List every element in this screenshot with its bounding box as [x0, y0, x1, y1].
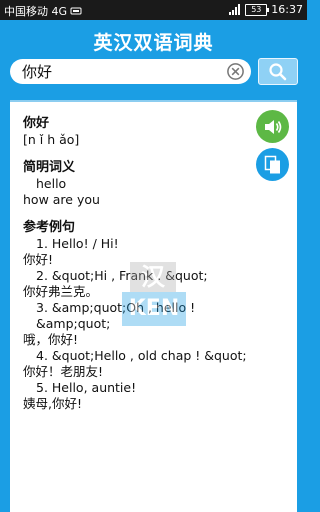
battery-icon: 53 [245, 3, 270, 16]
brief-meaning: hello [36, 176, 67, 191]
signal-icon [229, 4, 241, 15]
copy-button[interactable] [256, 148, 289, 181]
examples-title: 参考例句 [23, 220, 76, 235]
clear-icon[interactable] [226, 62, 245, 81]
watermark-top: 汉 [130, 262, 176, 292]
example-zh: 哦，你好! [23, 332, 79, 347]
brief-meaning: how are you [23, 192, 100, 207]
app-header: 英汉双语词典 [0, 20, 307, 100]
search-input[interactable] [22, 61, 222, 82]
example-zh: 姨母,你好! [23, 396, 82, 411]
result-panel: 你好 [n ǐ h ǎo] 简明词义 hello how are you 参考例… [10, 100, 297, 512]
watermark-logo: 汉 KEN [122, 262, 186, 326]
usb-icon [70, 7, 82, 15]
brief-title: 简明词义 [23, 160, 76, 175]
search-button[interactable] [258, 58, 298, 85]
example-en: 5. Hello, auntie! [36, 380, 137, 395]
pinyin: [n ǐ h ǎo] [23, 132, 80, 147]
app-title: 英汉双语词典 [93, 32, 214, 54]
clock: 16:37 [271, 3, 303, 16]
speak-button[interactable] [256, 110, 289, 143]
watermark-bottom: KEN [122, 292, 186, 326]
copy-icon [264, 155, 280, 173]
status-left: 中国移动 4G [4, 3, 82, 19]
search-box [10, 59, 251, 84]
battery-level: 53 [251, 4, 262, 14]
headword: 你好 [23, 116, 50, 131]
carrier-label: 中国移动 4G [4, 5, 68, 18]
speaker-icon [264, 119, 281, 134]
search-icon [269, 62, 287, 80]
status-bar: 中国移动 4G 53 16:37 [0, 0, 307, 20]
example-en: 1. Hello! / Hi! [36, 236, 119, 251]
example-en: 4. &quot;Hello , old chap ! &quot; [36, 348, 247, 363]
status-right: 53 16:37 [229, 3, 303, 16]
example-zh: 你好！老朋友! [23, 364, 104, 379]
